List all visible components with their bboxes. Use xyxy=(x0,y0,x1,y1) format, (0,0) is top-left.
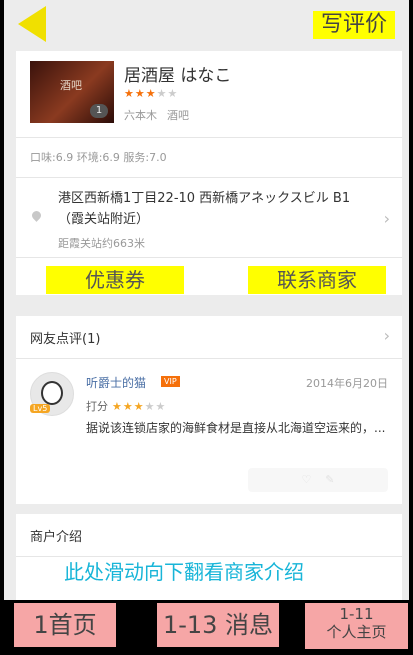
review-rating: 打分 ★★★★★ xyxy=(86,398,166,414)
scroll-hint: 此处滑动向下翻看商家介绍 xyxy=(64,560,304,584)
star-filled-icon: ★★★ xyxy=(112,400,145,413)
divider xyxy=(16,137,402,138)
user-level-badge: Lv5 xyxy=(30,404,51,413)
shop-area: 六本木 xyxy=(124,109,157,122)
shop-category: 酒吧 xyxy=(167,109,189,122)
reviews-card: 网友点评(1) › Lv5 听爵士的猫 VIP 2014年6月20日 打分 ★★★… xyxy=(16,316,402,504)
shop-photo[interactable]: 酒吧 1 xyxy=(30,61,114,123)
back-arrow-icon[interactable] xyxy=(18,6,46,42)
divider xyxy=(16,177,402,178)
shop-location: 六本木 酒吧 xyxy=(124,107,199,123)
top-bar: 写评价 xyxy=(4,0,409,46)
shop-distance: 距霞关站约663米 xyxy=(58,237,145,250)
divider xyxy=(16,358,402,359)
coupon-button[interactable]: 优惠券 xyxy=(46,266,184,294)
star-empty-icon: ★★ xyxy=(144,400,167,413)
tab-messages[interactable]: 1-13 消息 xyxy=(157,603,279,647)
tab-profile-label: 个人主页 xyxy=(326,623,387,641)
tab-profile-number: 1-11 xyxy=(339,605,374,623)
shop-info-card: 酒吧 1 居酒屋 はなこ ★★★★★ 六本木 酒吧 口味:6.9 环境:6.9 服… xyxy=(16,51,402,295)
app-screen: 写评价 酒吧 1 居酒屋 はなこ ★★★★★ 六本木 酒吧 口味:6.9 环境:6… xyxy=(4,0,409,600)
shop-name: 居酒屋 はなこ xyxy=(124,66,232,86)
divider xyxy=(16,257,402,258)
chevron-right-icon[interactable]: › xyxy=(384,326,390,345)
write-review-button[interactable]: 写评价 xyxy=(312,11,395,39)
avatar-face-icon xyxy=(41,381,63,405)
review-text[interactable]: 据说该连锁店家的海鲜食材是直接从北海道空运来的，... xyxy=(86,418,386,438)
location-pin-icon xyxy=(30,209,43,222)
photo-count-badge: 1 xyxy=(90,104,108,118)
review-date: 2014年6月20日 xyxy=(306,377,388,390)
reviewer-name[interactable]: 听爵士的猫 xyxy=(86,374,146,391)
star-empty-icon: ★★ xyxy=(156,87,179,100)
rating-label: 打分 xyxy=(86,400,108,413)
contact-merchant-button[interactable]: 联系商家 xyxy=(248,266,386,294)
star-filled-icon: ★★★ xyxy=(124,87,157,100)
photo-sign-text: 酒吧 xyxy=(60,79,82,92)
tab-profile[interactable]: 1-11 个人主页 xyxy=(305,603,408,649)
tab-home[interactable]: 1首页 xyxy=(14,603,116,647)
shop-scores: 口味:6.9 环境:6.9 服务:7.0 xyxy=(30,151,167,164)
reviews-title[interactable]: 网友点评(1) xyxy=(30,328,100,347)
merchant-intro-title[interactable]: 商户介绍 xyxy=(30,526,82,545)
shop-address[interactable]: 港区西新橋1丁目22-10 西新橋アネックスビル B1（霞关站附近） xyxy=(58,188,358,230)
shop-rating-stars: ★★★★★ xyxy=(124,87,178,100)
vip-badge: VIP xyxy=(161,376,180,387)
review-actions[interactable]: ♡ ✎ xyxy=(248,468,388,492)
chevron-right-icon[interactable]: › xyxy=(384,209,390,228)
